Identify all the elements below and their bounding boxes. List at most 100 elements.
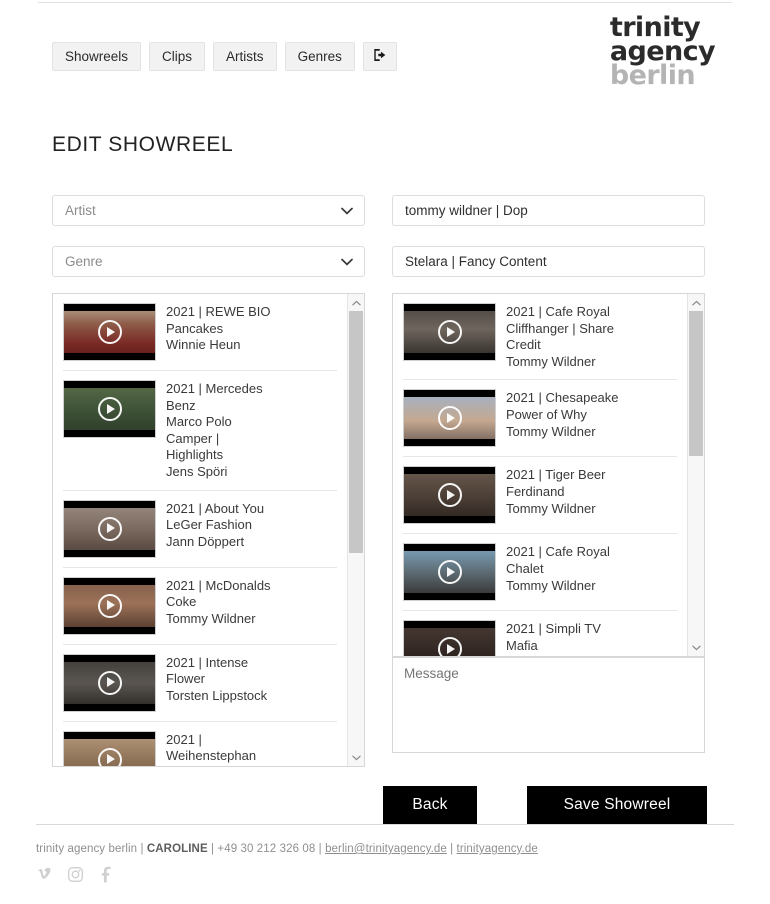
letterbox-bar: [404, 467, 495, 475]
play-icon[interactable]: [437, 637, 462, 656]
clip-label-line: 2021 | REWE BIO: [166, 304, 271, 319]
logo-line-berlin: berlin: [609, 59, 696, 91]
clip-thumbnail[interactable]: [63, 380, 156, 438]
clip-label[interactable]: 2021 | Weihenstephan: [166, 731, 256, 765]
clip-thumbnail[interactable]: [63, 730, 156, 766]
list-item[interactable]: 2021 | Intense Flower Torsten Lippstock: [63, 645, 337, 722]
list-item[interactable]: 2021 | Tiger Beer Ferdinand Tommy Wildner: [403, 457, 677, 535]
letterbox-bar: [64, 626, 155, 634]
letterbox-bar: [64, 381, 155, 388]
play-icon[interactable]: [97, 670, 122, 695]
genre-select[interactable]: Genre: [52, 246, 365, 277]
play-icon[interactable]: [437, 483, 462, 508]
showreel-title-input[interactable]: [392, 195, 705, 226]
nav-genres[interactable]: Genres: [284, 42, 355, 71]
clip-thumbnail[interactable]: [63, 303, 156, 361]
artist-select-value: Artist: [65, 203, 96, 218]
clip-thumbnail[interactable]: [403, 466, 496, 525]
main-nav: Showreels Clips Artists Genres: [52, 42, 397, 71]
selected-clips-scrollbar[interactable]: [687, 294, 704, 656]
selected-clips-list[interactable]: 2021 | Cafe Royal Cliffhanger | Share Cred…: [393, 294, 687, 656]
play-icon[interactable]: [97, 397, 122, 421]
list-item[interactable]: 2021 | REWE BIO Pancakes Winnie Heun: [63, 294, 337, 371]
footer-company: trinity agency berlin: [36, 843, 138, 855]
available-clips-panel: 2021 | REWE BIO Pancakes Winnie Heun 2021 |…: [52, 293, 365, 767]
footer-email-link[interactable]: berlin@trinityagency.de: [325, 843, 447, 855]
list-item[interactable]: 2021 | Cafe Royal Cliffhanger | Share Cred…: [403, 294, 677, 381]
message-textarea[interactable]: [392, 657, 705, 753]
nav-artists[interactable]: Artists: [213, 42, 277, 71]
logout-button[interactable]: [362, 42, 397, 71]
clip-label-line: Tommy Wildner: [506, 577, 596, 593]
clip-label-line: Flower: [166, 671, 206, 687]
clip-thumbnail[interactable]: [403, 620, 496, 656]
nav-clips[interactable]: Clips: [149, 42, 206, 71]
letterbox-bar: [404, 516, 495, 524]
available-clips-list[interactable]: 2021 | REWE BIO Pancakes Winnie Heun 2021 |…: [53, 294, 347, 766]
play-icon[interactable]: [97, 516, 122, 541]
footer-website-link[interactable]: trinityagency.de: [457, 843, 538, 855]
nav-showreels[interactable]: Showreels: [52, 42, 142, 71]
clip-label-line: Winnie Heun: [166, 337, 241, 353]
clip-label-line: Camper |: [166, 430, 220, 446]
scroll-up-icon[interactable]: [348, 294, 364, 311]
scroll-down-icon[interactable]: [688, 639, 704, 656]
list-item[interactable]: 2021 | McDonalds Coke Tommy Wildner: [63, 568, 337, 645]
back-button[interactable]: Back: [383, 786, 477, 824]
available-clips-scrollbar[interactable]: [347, 294, 364, 766]
play-icon[interactable]: [437, 320, 462, 344]
footer-contact-line: trinity agency berlin | CAROLINE | +49 3…: [36, 843, 736, 855]
clip-label[interactable]: 2021 | REWE BIO Pancakes Winnie Heun: [166, 303, 271, 354]
social-links: [36, 866, 736, 883]
clip-thumbnail[interactable]: [403, 543, 496, 602]
list-item[interactable]: 2021 | Weihenstephan: [63, 722, 337, 766]
vimeo-icon[interactable]: [36, 866, 53, 883]
clip-thumbnail[interactable]: [63, 653, 156, 712]
clip-label[interactable]: 2021 | Intense Flower Torsten Lippstock: [166, 654, 267, 705]
scrollbar-thumb[interactable]: [689, 311, 703, 457]
list-item[interactable]: 2021 | Simpli TV Mafia: [403, 611, 677, 656]
clip-label[interactable]: 2021 | Tiger Beer Ferdinand Tommy Wildner: [506, 466, 606, 517]
clip-label[interactable]: 2021 | About You LeGer Fashion Jann Döpper…: [166, 500, 264, 551]
footer-contact-name: CAROLINE: [146, 843, 208, 855]
showreel-subtitle-input[interactable]: [392, 246, 705, 277]
clip-label[interactable]: 2021 | Chesapeake Power of Why Tommy Wildn…: [506, 389, 619, 440]
scroll-down-icon[interactable]: [348, 749, 364, 766]
clip-label-line: Chalet: [506, 560, 544, 576]
letterbox-bar: [64, 731, 155, 739]
clip-label[interactable]: 2021 | Simpli TV Mafia: [506, 620, 601, 654]
clip-label-line: Pancakes: [166, 320, 224, 336]
clip-label[interactable]: 2021 | Cafe Royal Chalet Tommy Wildner: [506, 543, 610, 594]
instagram-icon[interactable]: [67, 866, 84, 883]
letterbox-bar: [64, 430, 155, 437]
clip-label-line: 2021 | Mercedes: [166, 381, 263, 396]
chevron-down-icon: [341, 196, 353, 225]
clip-thumbnail[interactable]: [403, 303, 496, 361]
list-item[interactable]: 2021 | Chesapeake Power of Why Tommy Wildn…: [403, 380, 677, 458]
facebook-icon[interactable]: [98, 866, 115, 883]
clip-label[interactable]: 2021 | McDonalds Coke Tommy Wildner: [166, 577, 271, 628]
clip-thumbnail[interactable]: [403, 389, 496, 448]
bottom-divider: [36, 824, 734, 825]
clip-label-line: 2021 | Simpli TV: [506, 621, 601, 637]
clip-label[interactable]: 2021 | Cafe Royal Cliffhanger | Share Cred…: [506, 303, 614, 370]
clip-label[interactable]: 2021 | Mercedes Benz Marco Polo Camper | Hig…: [166, 380, 263, 481]
play-icon[interactable]: [97, 747, 122, 766]
scroll-up-icon[interactable]: [688, 294, 704, 311]
clip-label-line: Benz: [166, 397, 196, 413]
play-icon[interactable]: [97, 320, 122, 344]
list-item[interactable]: 2021 | About You LeGer Fashion Jann Döpper…: [63, 491, 337, 568]
footer-sep-4: |: [446, 843, 457, 855]
list-item[interactable]: 2021 | Mercedes Benz Marco Polo Camper | Hig…: [63, 371, 337, 491]
clip-thumbnail[interactable]: [63, 576, 156, 635]
list-item[interactable]: 2021 | Cafe Royal Chalet Tommy Wildner: [403, 534, 677, 612]
play-icon[interactable]: [97, 593, 122, 618]
scrollbar-thumb[interactable]: [349, 311, 363, 553]
footer-sep-3: |: [315, 843, 326, 855]
play-icon[interactable]: [437, 560, 462, 585]
letterbox-bar: [404, 304, 495, 311]
save-showreel-button[interactable]: Save Showreel: [527, 786, 707, 824]
play-icon[interactable]: [437, 406, 462, 431]
clip-thumbnail[interactable]: [63, 499, 156, 558]
artist-select[interactable]: Artist: [52, 195, 365, 226]
